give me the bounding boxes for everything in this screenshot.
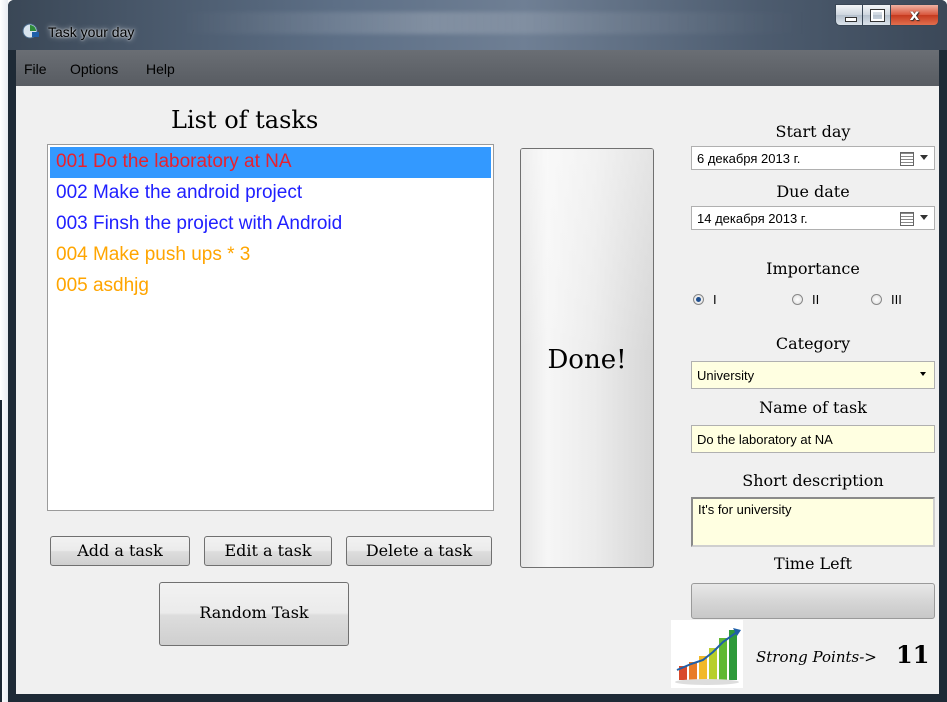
desktop-edge-strip	[0, 400, 2, 702]
importance-radio-ii[interactable]: II	[792, 292, 819, 307]
add-task-button[interactable]: Add a task	[50, 536, 190, 566]
start-day-picker[interactable]: 6 декабря 2013 г.	[691, 146, 935, 170]
minimize-button[interactable]	[835, 4, 863, 26]
done-label: Done!	[547, 345, 627, 375]
menu-bar: File Options Help	[16, 50, 939, 86]
radio-selected-icon	[693, 294, 704, 305]
category-label: Category	[775, 334, 851, 353]
calendar-icon[interactable]	[900, 152, 914, 166]
start-day-value: 6 декабря 2013 г.	[697, 151, 801, 166]
importance-option-label: III	[891, 292, 902, 307]
dropdown-arrow-icon[interactable]	[920, 372, 926, 376]
done-button[interactable]: Done!	[520, 148, 654, 568]
title-bar-glow	[178, 12, 807, 34]
task-name-input[interactable]: Do the laboratory at NA	[691, 425, 935, 453]
start-day-label: Start day	[775, 122, 851, 141]
window-title: Task your day	[48, 24, 135, 40]
task-item-text: 003 Finsh the project with Android	[56, 213, 343, 234]
description-label: Short description	[742, 471, 884, 490]
category-value: University	[697, 368, 755, 383]
radio-icon	[871, 294, 882, 305]
task-item-text: 002 Make the android project	[56, 182, 303, 203]
client-area: List of tasks 001 Do the laboratory at N…	[16, 86, 939, 694]
importance-option-label: II	[812, 292, 820, 307]
close-icon: x	[909, 6, 920, 24]
chevron-down-icon[interactable]	[920, 215, 928, 220]
task-item-text: 004 Make push ups * 3	[56, 244, 251, 265]
description-value: It's for university	[698, 502, 792, 517]
app-window: Task your day x File Options Help List o…	[8, 0, 947, 702]
strong-points-value: 11	[896, 640, 930, 669]
title-bar[interactable]: Task your day x	[8, 0, 947, 50]
description-input[interactable]: It's for university	[691, 497, 935, 547]
add-task-label: Add a task	[77, 541, 163, 560]
menu-help[interactable]: Help	[146, 61, 175, 77]
edit-task-label: Edit a task	[224, 541, 312, 560]
task-item-004[interactable]: 004 Make push ups * 3	[50, 240, 491, 271]
calendar-icon[interactable]	[900, 212, 914, 226]
maximize-button[interactable]	[863, 4, 891, 26]
time-left-progress	[691, 583, 935, 619]
due-date-label: Due date	[776, 182, 850, 201]
menu-options[interactable]: Options	[70, 61, 118, 77]
menu-file[interactable]: File	[24, 61, 47, 77]
time-left-label: Time Left	[774, 554, 852, 573]
importance-radio-i[interactable]: I	[693, 292, 717, 307]
chevron-down-icon[interactable]	[920, 155, 928, 160]
importance-option-label: I	[713, 292, 717, 307]
task-item-002[interactable]: 002 Make the android project	[50, 178, 491, 209]
task-item-003[interactable]: 003 Finsh the project with Android	[50, 209, 491, 240]
task-item-001[interactable]: 001 Do the laboratory at NA	[50, 147, 491, 178]
window-controls: x	[835, 4, 939, 26]
bar-chart-icon	[671, 620, 743, 688]
close-button[interactable]: x	[891, 4, 939, 26]
random-task-label: Random Task	[199, 603, 309, 622]
category-select[interactable]: University	[691, 361, 935, 389]
due-date-value: 14 декабря 2013 г.	[697, 211, 808, 226]
importance-label: Importance	[766, 259, 860, 278]
task-list-heading: List of tasks	[171, 106, 319, 134]
strong-points-label: Strong Points->	[756, 648, 877, 666]
delete-task-label: Delete a task	[365, 541, 473, 560]
task-item-005[interactable]: 005 asdhjg	[50, 271, 491, 302]
importance-radio-iii[interactable]: III	[871, 292, 902, 307]
due-date-picker[interactable]: 14 декабря 2013 г.	[691, 206, 935, 230]
task-item-text: 001 Do the laboratory at NA	[56, 151, 292, 172]
radio-icon	[792, 294, 803, 305]
edit-task-button[interactable]: Edit a task	[204, 536, 332, 566]
random-task-button[interactable]: Random Task	[159, 582, 349, 646]
app-icon	[22, 23, 39, 39]
task-list[interactable]: 001 Do the laboratory at NA 002 Make the…	[47, 144, 494, 511]
delete-task-button[interactable]: Delete a task	[346, 536, 492, 566]
task-name-label: Name of task	[759, 398, 867, 417]
task-name-value: Do the laboratory at NA	[697, 432, 833, 447]
task-item-text: 005 asdhjg	[56, 275, 149, 296]
